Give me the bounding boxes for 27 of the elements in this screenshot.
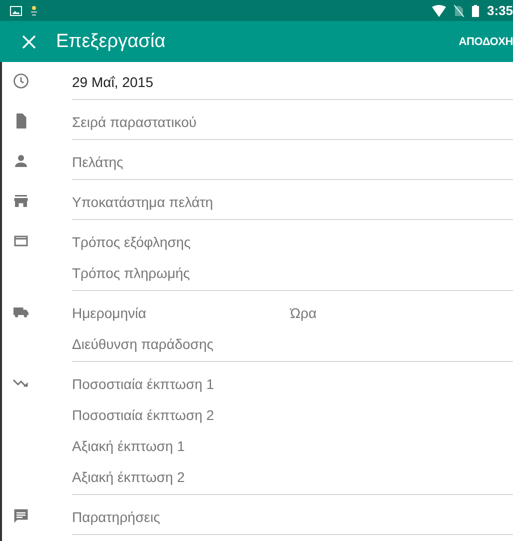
weather-icon <box>30 4 38 17</box>
input-field[interactable]: Παρατηρήσεις <box>72 506 252 528</box>
person-icon <box>12 152 30 170</box>
input-field[interactable]: Διεύθυνση παράδοσης <box>72 332 252 354</box>
clock-icon <box>12 72 30 90</box>
screen-title: Επεξεργασία <box>56 30 166 53</box>
image-icon <box>10 6 22 16</box>
input-field[interactable]: Τρόπος εξόφλησης <box>72 230 252 252</box>
input-field[interactable]: Ημερομηνία <box>72 302 290 324</box>
wifi-icon <box>432 4 446 17</box>
close-button[interactable] <box>22 34 36 49</box>
input-field[interactable]: 29 Μαΐ, 2015 <box>72 70 252 92</box>
input-field[interactable]: Ποσοστιαία έκπτωση 1 <box>72 372 252 394</box>
input-field[interactable]: Αξιακή έκπτωση 1 <box>72 434 252 456</box>
input-field[interactable]: Υποκατάστημα πελάτη <box>72 190 252 212</box>
battery-icon <box>472 4 479 17</box>
comment-icon <box>12 507 30 525</box>
input-field[interactable]: Αξιακή έκπτωση 2 <box>72 466 252 488</box>
accept-button[interactable]: ΑΠΟΔΟΧΗ <box>458 36 513 48</box>
input-field[interactable]: Τρόπος πληρωμής <box>72 262 252 284</box>
clock-time: 3:35 <box>486 3 513 18</box>
input-field[interactable]: Σειρά παραστατικού <box>72 110 252 132</box>
input-field[interactable]: Πελάτης <box>72 150 252 172</box>
store-icon <box>12 192 30 210</box>
close-icon <box>22 34 36 49</box>
no-sim-icon <box>454 4 464 17</box>
input-field[interactable]: Ποσοστιαία έκπτωση 2 <box>72 404 252 426</box>
